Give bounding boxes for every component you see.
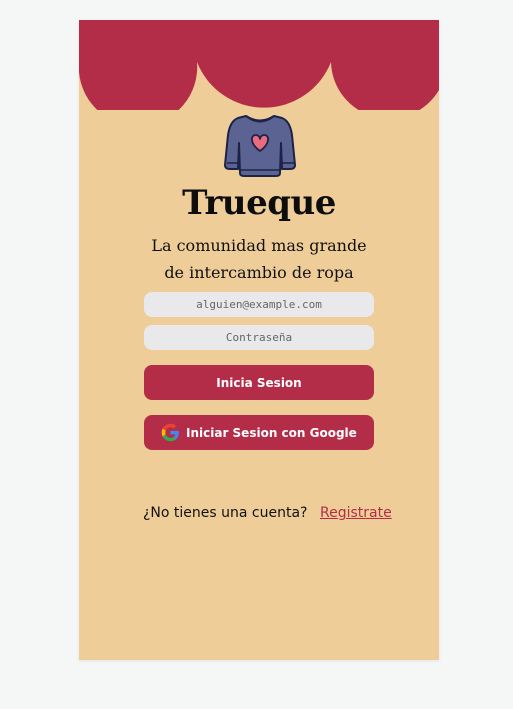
app-subtitle: La comunidad mas grande de intercambio d… [151, 236, 367, 282]
sweater-heart-icon [224, 115, 296, 177]
google-icon [161, 423, 179, 442]
google-login-button[interactable]: Iniciar Sesion con Google [144, 415, 374, 450]
google-login-label: Iniciar Sesion con Google [186, 425, 357, 440]
login-button[interactable]: Inicia Sesion [144, 365, 374, 400]
register-link[interactable]: Registrate [320, 505, 392, 521]
app-title: Trueque [182, 183, 336, 223]
login-button-label: Inicia Sesion [216, 375, 302, 390]
no-account-text: ¿No tienes una cuenta? [143, 505, 308, 521]
password-field[interactable] [144, 325, 374, 350]
scalloped-header-decoration [79, 20, 439, 110]
app-screen: Trueque La comunidad mas grande de inter… [79, 20, 439, 660]
email-field[interactable] [144, 292, 374, 317]
